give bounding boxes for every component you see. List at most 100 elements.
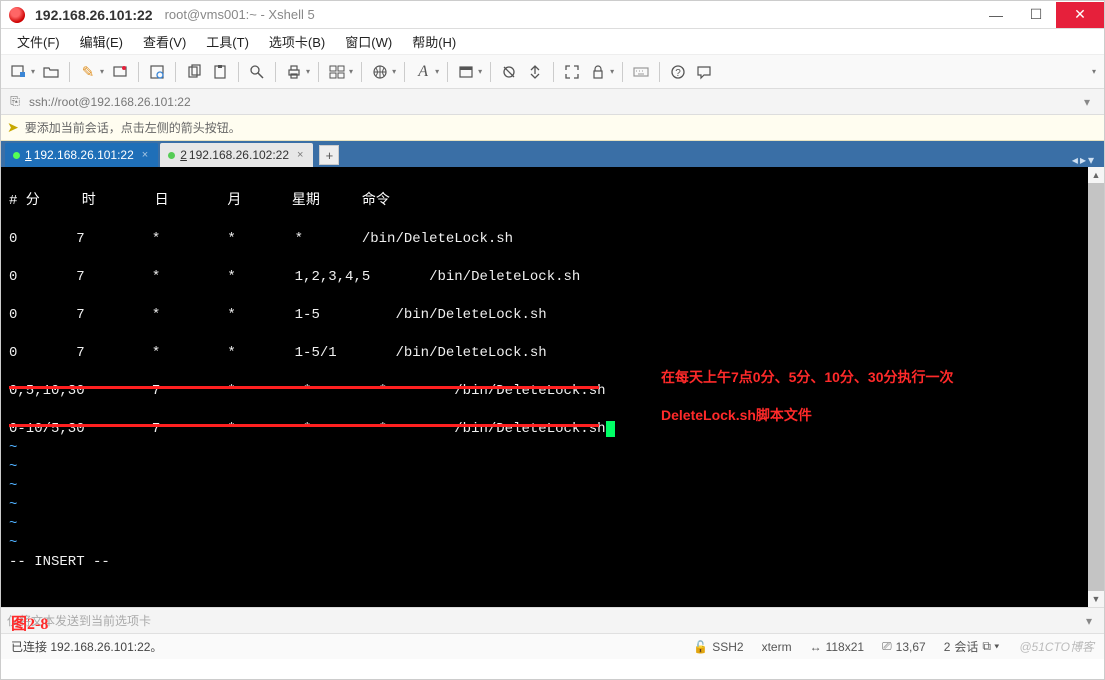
- status-sessions: 2 会话 ⧉ ▾: [944, 638, 1000, 655]
- terminal-scrollbar[interactable]: ▲ ▼: [1088, 167, 1104, 607]
- menu-tabs[interactable]: 选项卡(B): [261, 29, 333, 54]
- maximize-button[interactable]: ☐: [1016, 2, 1056, 28]
- keyboard-icon[interactable]: [629, 60, 653, 84]
- cron-row: 0 7 * * 1-5 /bin/DeleteLock.sh: [9, 307, 547, 323]
- tilde-line: ~: [9, 535, 17, 551]
- status-connection: 已连接 192.168.26.101:22。: [11, 638, 675, 655]
- cron-row: 0 7 * * 1,2,3,4,5 /bin/DeleteLock.sh: [9, 269, 580, 285]
- tilde-line: ~: [9, 459, 17, 475]
- close-button[interactable]: ✕: [1056, 2, 1104, 28]
- underline-annotation: [9, 424, 599, 427]
- tab-close-icon[interactable]: ×: [142, 149, 148, 161]
- address-dropdown-icon[interactable]: ▾: [1076, 95, 1098, 109]
- tab-number: 2: [180, 148, 187, 162]
- dropdown-icon[interactable]: ▾: [31, 67, 35, 76]
- dropdown-icon[interactable]: ▾: [100, 67, 104, 76]
- menu-file[interactable]: 文件(F): [9, 29, 68, 54]
- menu-edit[interactable]: 编辑(E): [72, 29, 131, 54]
- menu-window[interactable]: 窗口(W): [337, 29, 400, 54]
- dropdown-icon[interactable]: ▾: [306, 67, 310, 76]
- lock-icon[interactable]: [586, 60, 610, 84]
- status-size: ↔ 118x21: [810, 640, 864, 654]
- toolbar-overflow-icon[interactable]: ▾: [1092, 67, 1096, 76]
- cron-row: 0 7 * * 1-5/1 /bin/DeleteLock.sh: [9, 345, 547, 361]
- scroll-down-icon[interactable]: ▼: [1088, 591, 1104, 607]
- tab-label: 192.168.26.101:22: [34, 148, 134, 162]
- tab-close-icon[interactable]: ×: [297, 149, 303, 161]
- help-icon[interactable]: ?: [666, 60, 690, 84]
- open-session-icon[interactable]: [39, 60, 63, 84]
- layout-icon[interactable]: [325, 60, 349, 84]
- address-url[interactable]: ssh://root@192.168.26.101:22: [29, 95, 1076, 109]
- tilde-line: ~: [9, 478, 17, 494]
- status-protocol: 🔓 SSH2: [693, 640, 743, 654]
- send-bar: 图2-8 仅将文本发送到当前选项卡 ▾: [1, 607, 1104, 633]
- tab-next-icon[interactable]: ▸: [1080, 153, 1086, 167]
- window-buttons: — ☐ ✕: [976, 2, 1104, 28]
- transfer-icon[interactable]: [523, 60, 547, 84]
- tab-label: 192.168.26.102:22: [189, 148, 289, 162]
- properties-icon[interactable]: [145, 60, 169, 84]
- dropdown-icon[interactable]: ▾: [435, 67, 439, 76]
- terminal-cursor: [606, 421, 615, 437]
- terminal-area[interactable]: # 分 时 日 月 星期 命令 0 7 * * * /bin/DeleteLoc…: [1, 167, 1104, 607]
- svg-text:?: ?: [675, 68, 681, 79]
- font-icon[interactable]: A: [411, 60, 435, 84]
- tab-nav-icons: ◂ ▸ ▾: [1072, 153, 1100, 167]
- dropdown-icon[interactable]: ▾: [349, 67, 353, 76]
- paste-icon[interactable]: [208, 60, 232, 84]
- address-bar: ⎘ ssh://root@192.168.26.101:22 ▾: [1, 89, 1104, 115]
- tab-prev-icon[interactable]: ◂: [1072, 153, 1078, 167]
- new-session-icon[interactable]: [7, 60, 31, 84]
- add-tab-button[interactable]: +: [319, 145, 339, 165]
- tab-menu-icon[interactable]: ▾: [1088, 153, 1094, 167]
- infobar: ➤ 要添加当前会话，点击左侧的箭头按钮。: [1, 115, 1104, 141]
- menu-tools[interactable]: 工具(T): [198, 29, 257, 54]
- scroll-thumb[interactable]: [1088, 183, 1104, 591]
- session-tab-1[interactable]: 1 192.168.26.101:22 ×: [5, 143, 158, 167]
- copy-icon[interactable]: [182, 60, 206, 84]
- app-icon: [9, 7, 25, 23]
- underline-annotation: [9, 386, 599, 389]
- menu-help[interactable]: 帮助(H): [404, 29, 464, 54]
- send-input[interactable]: 仅将文本发送到当前选项卡: [7, 612, 1080, 629]
- dropdown-icon[interactable]: ▾: [392, 67, 396, 76]
- tilde-line: ~: [9, 440, 17, 456]
- fullscreen-icon[interactable]: [560, 60, 584, 84]
- search-icon[interactable]: [245, 60, 269, 84]
- print-icon[interactable]: [282, 60, 306, 84]
- dropdown-icon[interactable]: ▾: [478, 67, 482, 76]
- feedback-icon[interactable]: [692, 60, 716, 84]
- tilde-line: ~: [9, 497, 17, 513]
- disconnect-icon[interactable]: [108, 60, 132, 84]
- status-dot-icon: [168, 152, 175, 159]
- tab-number: 1: [25, 148, 32, 162]
- session-tab-2[interactable]: 2 192.168.26.102:22 ×: [160, 143, 313, 167]
- menu-view[interactable]: 查看(V): [135, 29, 194, 54]
- status-pos: ⎚ 13,67: [882, 639, 926, 654]
- status-termtype: xterm: [762, 640, 792, 654]
- status-dot-icon: [13, 152, 20, 159]
- watermark: @51CTO博客: [1019, 638, 1094, 655]
- bookmark-icon[interactable]: ⎘: [7, 94, 23, 109]
- toolbar: ▾ ✎ ▾ ▾ ▾ ▾ A ▾ ▾ ▾ ? ▾: [1, 55, 1104, 89]
- title-rest: root@vms001:~ - Xshell 5: [165, 7, 315, 22]
- send-dropdown-icon[interactable]: ▾: [1080, 614, 1098, 628]
- dropdown-icon[interactable]: ▾: [610, 67, 614, 76]
- scroll-up-icon[interactable]: ▲: [1088, 167, 1104, 183]
- status-bar: 已连接 192.168.26.101:22。 🔓 SSH2 xterm ↔ 11…: [1, 633, 1104, 659]
- session-tab-bar: 1 192.168.26.101:22 × 2 192.168.26.102:2…: [1, 141, 1104, 167]
- annotation-line1: 在每天上午7点0分、5分、10分、30分执行一次: [661, 367, 954, 387]
- minimize-button[interactable]: —: [976, 2, 1016, 28]
- vim-mode: -- INSERT --: [9, 554, 110, 570]
- cron-header: # 分 时 日 月 星期 命令: [9, 193, 390, 209]
- reconnect-icon[interactable]: ✎: [76, 60, 100, 84]
- encoding-icon[interactable]: [368, 60, 392, 84]
- color-scheme-icon[interactable]: [454, 60, 478, 84]
- menubar: 文件(F) 编辑(E) 查看(V) 工具(T) 选项卡(B) 窗口(W) 帮助(…: [1, 29, 1104, 55]
- titlebar: 192.168.26.101:22 root@vms001:~ - Xshell…: [1, 1, 1104, 29]
- tilde-line: ~: [9, 516, 17, 532]
- infobar-text: 要添加当前会话，点击左侧的箭头按钮。: [25, 119, 241, 136]
- session-manager-icon[interactable]: [497, 60, 521, 84]
- info-arrow-icon[interactable]: ➤: [7, 119, 19, 136]
